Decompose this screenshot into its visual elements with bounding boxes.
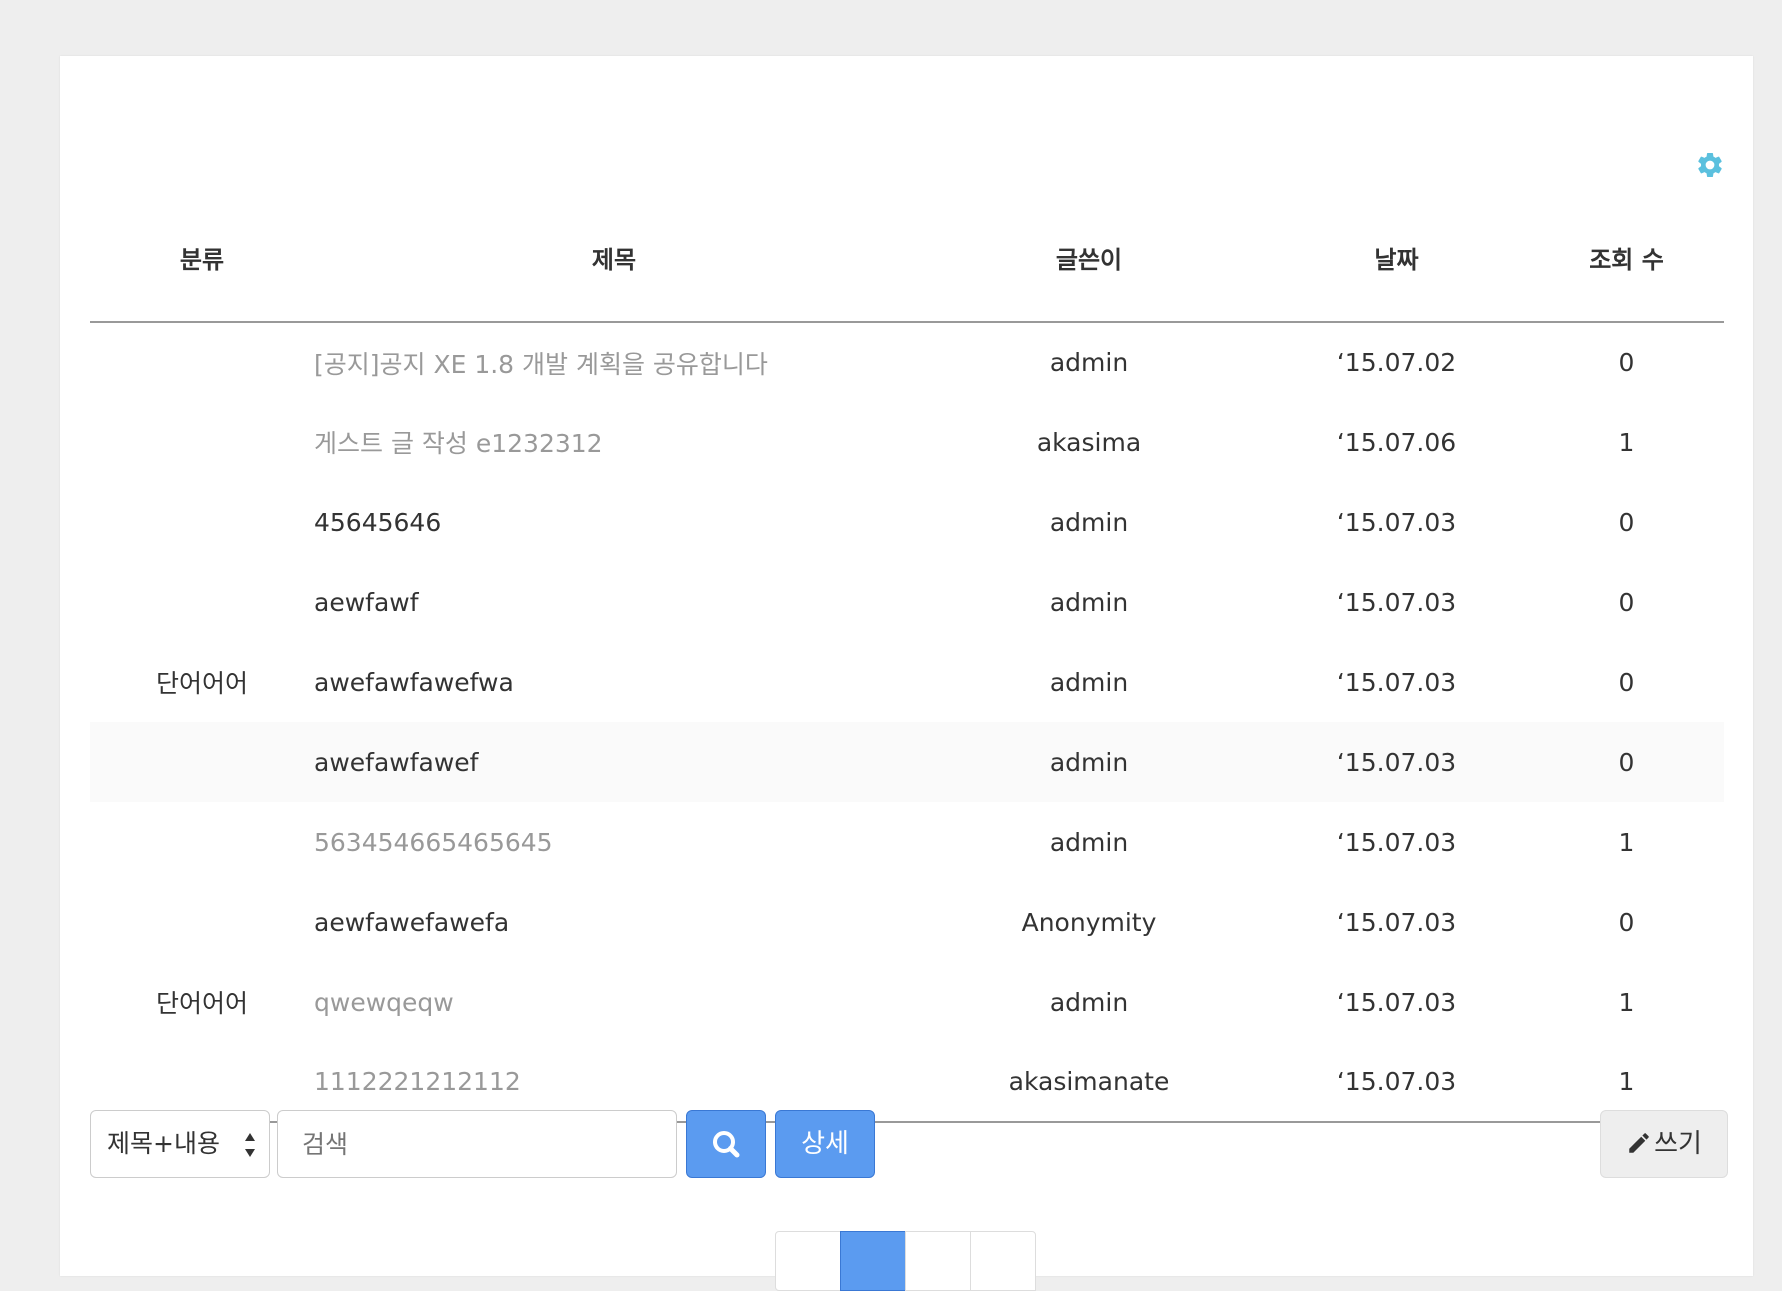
row-views: 1	[1618, 827, 1635, 857]
row-category[interactable]	[90, 322, 314, 402]
row-author[interactable]: Anonymity	[914, 882, 1264, 962]
gear-icon[interactable]	[1695, 150, 1725, 180]
table-row[interactable]: aewfawefawefa Anonymity ‘15.07.03 0	[90, 882, 1724, 962]
row-date: ‘15.07.02	[1336, 348, 1457, 377]
row-title-link[interactable]: qwewqeqw	[314, 962, 914, 1042]
search-input[interactable]	[277, 1110, 677, 1178]
pagination-prev-button[interactable]	[775, 1231, 841, 1291]
search-icon	[713, 1131, 740, 1158]
row-views: 0	[1529, 722, 1724, 802]
row-title-link[interactable]: [공지]공지 XE 1.8 개발 계획을 공유합니다	[314, 322, 914, 402]
pagination-current-page[interactable]	[840, 1231, 906, 1291]
row-category[interactable]	[90, 482, 314, 562]
pencil-icon	[1629, 1133, 1649, 1153]
row-author[interactable]: admin	[914, 802, 1264, 882]
row-date: ‘15.07.03	[1336, 667, 1457, 697]
row-category[interactable]	[90, 882, 314, 962]
row-author[interactable]: admin	[914, 562, 1264, 642]
row-views: 0	[1618, 907, 1635, 937]
pagination-page-button[interactable]	[905, 1231, 971, 1291]
row-author[interactable]: admin	[914, 962, 1264, 1042]
row-views: 1	[1618, 987, 1635, 1017]
table-row[interactable]: 단어어어 qwewqeqw admin ‘15.07.03 1	[90, 962, 1724, 1042]
row-title-link[interactable]: 45645646	[314, 482, 914, 562]
search-bar: 제목+내용 상세 쓰기	[90, 1110, 1728, 1180]
table-row[interactable]: 게스트 글 작성 e1232312 akasima ‘15.07.06 1	[90, 402, 1724, 482]
column-header-views: 조회 수	[1529, 194, 1724, 323]
row-views: 0	[1618, 667, 1635, 697]
row-category[interactable]	[90, 402, 314, 482]
row-date: ‘15.07.03	[1336, 907, 1457, 937]
table-row[interactable]: [공지]공지 XE 1.8 개발 계획을 공유합니다 admin ‘15.07.…	[90, 322, 1724, 402]
row-category[interactable]: 단어어어	[90, 642, 314, 722]
board-panel: 분류 제목 글쓴이 날짜 조회 수 [공지]공지 XE 1.8 개발 계획을 공…	[60, 56, 1753, 1291]
row-date: ‘15.07.03	[1336, 507, 1457, 537]
row-title-link[interactable]: awefawfawefwa	[314, 642, 914, 722]
row-title-link[interactable]: aewfawefawefa	[314, 882, 914, 962]
row-views: 0	[1618, 348, 1635, 377]
column-header-title: 제목	[314, 194, 914, 323]
row-date: ‘15.07.03	[1264, 722, 1529, 802]
pagination-next-button[interactable]	[970, 1231, 1036, 1291]
row-date: ‘15.07.06	[1336, 427, 1457, 457]
table-row[interactable]: 45645646 admin ‘15.07.03 0	[90, 482, 1724, 562]
row-date: ‘15.07.03	[1336, 987, 1457, 1017]
row-views: 0	[1618, 507, 1635, 537]
write-button[interactable]: 쓰기	[1600, 1110, 1728, 1178]
row-title-link[interactable]: 게스트 글 작성 e1232312	[314, 402, 914, 482]
row-date: ‘15.07.03	[1336, 827, 1457, 857]
table-row[interactable]: 563454665465645 admin ‘15.07.03 1	[90, 802, 1724, 882]
row-author[interactable]: admin	[914, 642, 1264, 722]
table-row[interactable]: 단어어어 awefawfawefwa admin ‘15.07.03 0	[90, 642, 1724, 722]
row-author[interactable]: akasima	[914, 402, 1264, 482]
select-arrows-icon	[245, 1133, 255, 1157]
row-category[interactable]: 단어어어	[90, 962, 314, 1042]
search-button[interactable]	[686, 1110, 766, 1178]
column-header-author: 글쓴이	[914, 194, 1264, 323]
row-category[interactable]	[90, 722, 314, 802]
row-title-link[interactable]: aewfawf	[314, 562, 914, 642]
row-title-link[interactable]: awefawfawef	[314, 722, 914, 802]
column-header-date: 날짜	[1264, 194, 1529, 323]
row-category[interactable]	[90, 802, 314, 882]
table-row[interactable]: aewfawf admin ‘15.07.03 0	[90, 562, 1724, 642]
post-table: 분류 제목 글쓴이 날짜 조회 수 [공지]공지 XE 1.8 개발 계획을 공…	[90, 194, 1724, 1123]
row-date: ‘15.07.03	[1336, 587, 1457, 617]
detail-search-button[interactable]: 상세	[775, 1110, 875, 1178]
write-label: 쓰기	[1654, 1129, 1702, 1159]
table-header-row: 분류 제목 글쓴이 날짜 조회 수	[90, 194, 1724, 323]
table-row[interactable]: awefawfawef admin ‘15.07.03 0	[90, 722, 1724, 802]
search-scope-select[interactable]: 제목+내용	[90, 1110, 270, 1178]
row-author[interactable]: admin	[914, 722, 1264, 802]
column-header-category: 분류	[90, 194, 314, 323]
row-category[interactable]	[90, 562, 314, 642]
row-title-link[interactable]: 563454665465645	[314, 802, 914, 882]
row-views: 1	[1618, 427, 1635, 457]
row-author[interactable]: admin	[914, 322, 1264, 402]
row-views: 0	[1618, 587, 1635, 617]
row-author[interactable]: admin	[914, 482, 1264, 562]
search-scope-value: 제목+내용	[107, 1129, 220, 1158]
